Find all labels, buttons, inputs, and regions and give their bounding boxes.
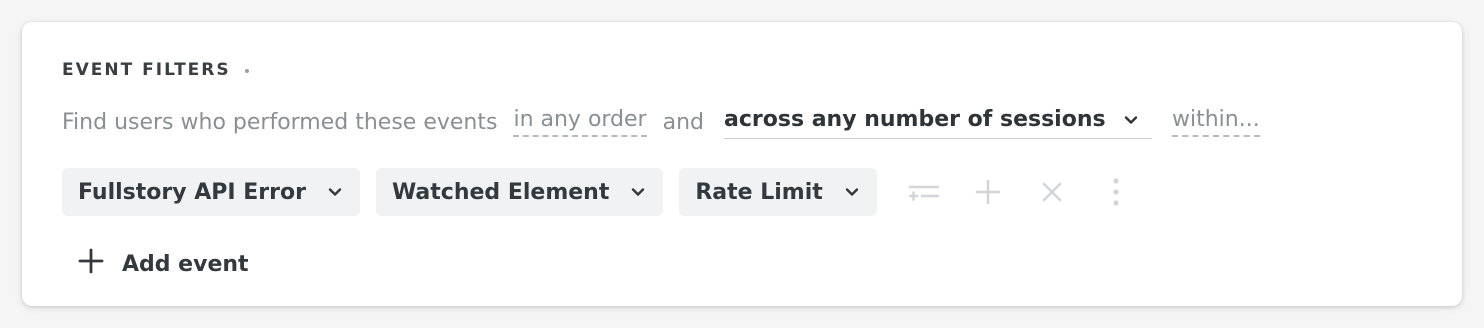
event-chip-label: Rate Limit [695,179,823,205]
plus-icon[interactable] [971,175,1005,209]
chevron-down-icon [326,183,344,201]
header-dot-icon [244,69,249,73]
plus-icon [78,248,104,280]
section-title: EVENT FILTERS [62,60,231,80]
chevron-down-icon [843,183,861,201]
event-filters-card: EVENT FILTERS Find users who performed t… [22,22,1462,306]
session-select-value: across any number of sessions [724,106,1106,132]
event-toolbar [907,175,1133,209]
add-event-label: Add event [122,251,249,277]
event-chip-rate-limit[interactable]: Rate Limit [679,168,877,216]
more-vertical-icon[interactable] [1099,175,1133,209]
section-header: EVENT FILTERS [62,60,249,80]
event-chip-fullstory-api-error[interactable]: Fullstory API Error [62,168,360,216]
session-select[interactable]: across any number of sessions [724,106,1152,139]
within-link[interactable]: within... [1172,107,1260,137]
event-chip-label: Fullstory API Error [78,179,306,205]
close-icon[interactable] [1035,175,1069,209]
events-row: Fullstory API Error Watched Element Rate… [62,168,1133,216]
event-chip-watched-element[interactable]: Watched Element [375,168,664,216]
chevron-down-icon [629,183,647,201]
sentence-lead: Find users who performed these events [62,109,498,135]
event-chip-label: Watched Element [391,179,610,205]
add-event-button[interactable]: Add event [78,244,249,284]
sentence-conjunction: and [662,109,704,135]
chevron-down-icon [1122,111,1140,129]
filter-add-icon[interactable] [907,175,941,209]
order-link[interactable]: in any order [513,107,647,137]
filter-sentence: Find users who performed these events in… [62,102,1260,142]
